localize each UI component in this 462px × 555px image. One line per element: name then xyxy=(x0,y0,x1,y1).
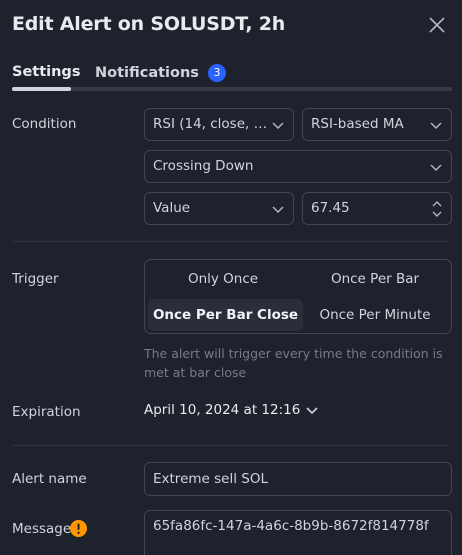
tab-notifications-label: Notifications xyxy=(95,65,199,81)
dialog-title: Edit Alert on SOLUSDT, 2h xyxy=(12,13,286,35)
tab-bar: Settings Notifications 3 xyxy=(12,60,452,91)
tab-track xyxy=(12,87,452,91)
divider xyxy=(12,445,450,446)
trigger-option-once-per-minute[interactable]: Once Per Minute xyxy=(300,299,450,331)
chevron-down-icon xyxy=(272,122,284,130)
trigger-label: Trigger xyxy=(12,271,59,287)
chevron-down-icon xyxy=(306,407,318,415)
stepper-icon[interactable] xyxy=(431,197,443,221)
condition-label: Condition xyxy=(12,116,77,132)
divider xyxy=(12,241,450,242)
value-input[interactable]: 67.45 xyxy=(302,192,452,225)
message-textarea[interactable]: 65fa86fc-147a-4a6c-8b9b-8672f814778f xyxy=(144,510,452,555)
expiration-value: April 10, 2024 at 12:16 xyxy=(144,402,301,418)
indicator-select[interactable]: RSI (14, close, S... xyxy=(144,108,294,141)
tab-notifications[interactable]: Notifications 3 xyxy=(95,64,227,82)
trigger-hint: The alert will trigger every time the co… xyxy=(144,346,443,380)
tab-settings[interactable]: Settings xyxy=(12,64,80,80)
chevron-down-icon xyxy=(272,206,284,214)
source-select[interactable]: RSI-based MA xyxy=(302,108,452,141)
operator-select-value: Crossing Down xyxy=(153,158,254,174)
warning-icon xyxy=(70,520,87,537)
value-type-select[interactable]: Value xyxy=(144,192,294,225)
expiration-picker[interactable]: April 10, 2024 at 12:16 xyxy=(144,402,318,418)
alert-name-label: Alert name xyxy=(12,471,87,487)
value-type-select-value: Value xyxy=(153,200,191,216)
chevron-down-icon xyxy=(430,164,442,172)
message-label: Message xyxy=(12,521,72,537)
source-select-value: RSI-based MA xyxy=(311,116,404,132)
indicator-select-value: RSI (14, close, S... xyxy=(153,116,271,132)
tab-settings-label: Settings xyxy=(12,64,81,80)
trigger-option-only-once[interactable]: Only Once xyxy=(148,263,298,295)
trigger-option-once-per-bar[interactable]: Once Per Bar xyxy=(300,263,450,295)
trigger-option-once-per-bar-close[interactable]: Once Per Bar Close xyxy=(148,299,303,331)
notifications-count-badge: 3 xyxy=(208,64,227,82)
value-input-text: 67.45 xyxy=(311,200,350,216)
operator-select[interactable]: Crossing Down xyxy=(144,150,452,183)
alert-name-input[interactable]: Extreme sell SOL xyxy=(144,462,452,496)
expiration-label: Expiration xyxy=(12,404,81,420)
edit-alert-dialog: Edit Alert on SOLUSDT, 2h Settings Notif… xyxy=(0,0,462,555)
message-value: 65fa86fc-147a-4a6c-8b9b-8672f814778f xyxy=(153,518,429,534)
alert-name-value: Extreme sell SOL xyxy=(153,471,268,487)
chevron-down-icon xyxy=(430,122,442,130)
close-icon xyxy=(429,17,445,33)
close-button[interactable] xyxy=(425,13,449,37)
trigger-options: Only Once Once Per Bar Once Per Bar Clos… xyxy=(144,259,452,334)
tab-active-indicator xyxy=(12,87,71,91)
